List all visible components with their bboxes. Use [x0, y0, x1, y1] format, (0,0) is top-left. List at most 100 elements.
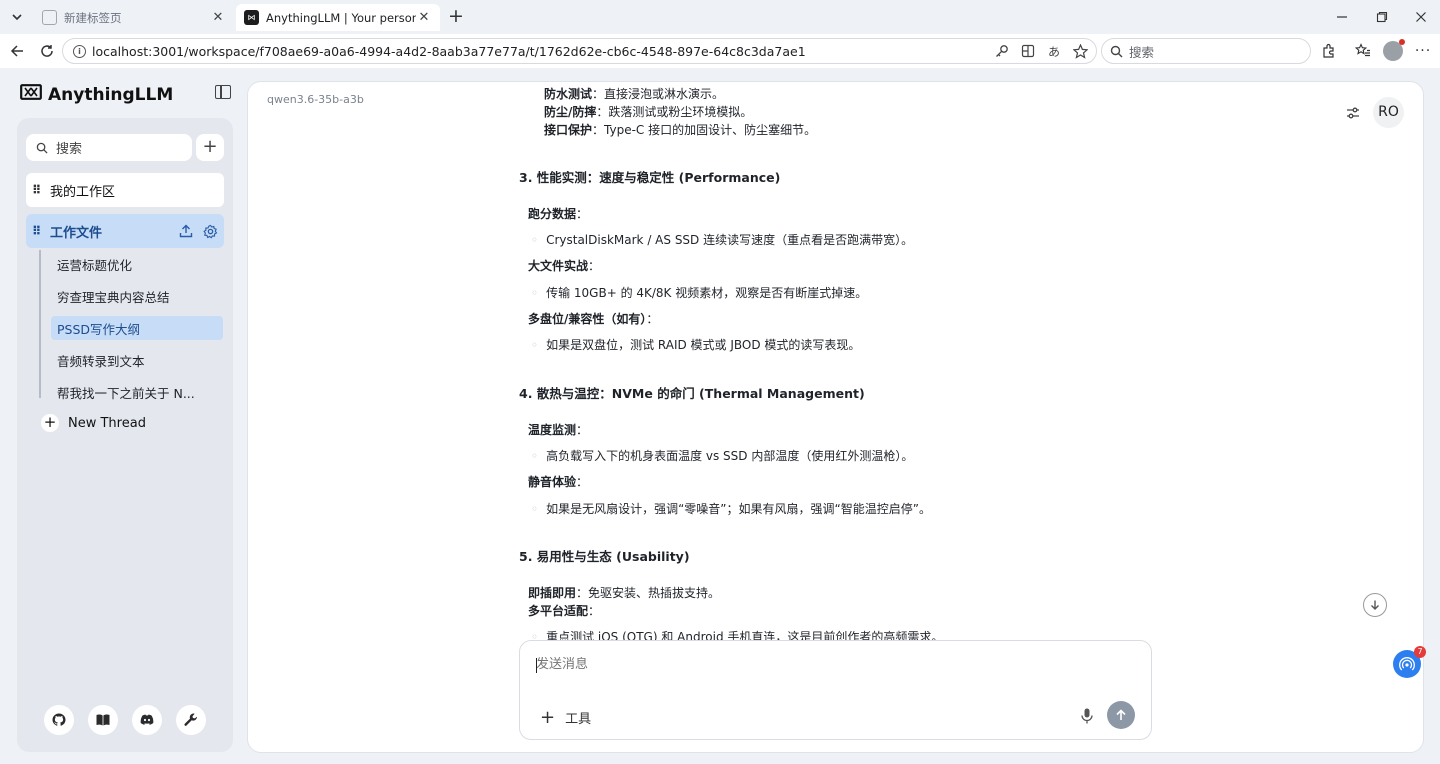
tools-button[interactable]: + 工具: [540, 708, 591, 727]
thread-label: 穷查理宝典内容总结: [57, 289, 170, 305]
list-item: 多盘位/兼容性（如有）：: [528, 312, 659, 326]
translate-icon[interactable]: あ: [1046, 43, 1062, 59]
list-item: 接口保护：Type-C 接口的加固设计、防尘塞细节。: [544, 123, 817, 137]
notification-badge: 7: [1414, 646, 1426, 658]
anythingllm-favicon-icon: ⋈: [244, 10, 259, 25]
thread-label: 音频转录到文本: [57, 353, 145, 369]
workspace-label: 工作文件: [50, 225, 103, 241]
sliders-settings-icon[interactable]: [1345, 105, 1361, 121]
more-menu-icon[interactable]: ···: [1413, 41, 1433, 61]
tools-label: 工具: [565, 712, 592, 727]
message-input[interactable]: [536, 657, 1096, 672]
browser-address-bar: i localhost:3001/workspace/f708ae69-a0a6…: [0, 34, 1440, 68]
github-icon[interactable]: [44, 705, 74, 735]
thread-label: PSSD写作大纲: [57, 321, 141, 337]
reload-icon[interactable]: [36, 40, 58, 62]
tab-title: AnythingLLM | Your personal LLM: [266, 10, 416, 25]
url-text: localhost:3001/workspace/f708ae69-a0a6-4…: [92, 43, 806, 59]
restore-icon[interactable]: [1370, 6, 1394, 28]
section-heading: 3. 性能实测：速度与稳定性 (Performance): [519, 170, 781, 185]
tab-list-dropdown-icon[interactable]: [6, 6, 28, 28]
minimize-icon[interactable]: [1330, 6, 1354, 28]
chat-message-content: 防水测试：直接浸泡或淋水演示。 防尘/防摔：跌落测试或粉尘环境模拟。 接口保护：…: [519, 82, 1179, 644]
browser-search-field[interactable]: 搜索: [1101, 38, 1311, 64]
drag-handle-icon[interactable]: ⠿: [32, 224, 42, 238]
new-thread-button[interactable]: + New Thread: [41, 414, 146, 432]
drag-handle-icon[interactable]: ⠿: [32, 183, 42, 197]
signal-icon: [1399, 657, 1415, 671]
discord-icon[interactable]: [132, 705, 162, 735]
thread-item[interactable]: 音频转录到文本: [51, 348, 223, 372]
close-window-icon[interactable]: [1409, 6, 1433, 28]
arrow-up-icon: [1116, 709, 1126, 720]
thread-item[interactable]: 穷查理宝典内容总结: [51, 284, 223, 308]
sub-list-item: 如果是双盘位，测试 RAID 模式或 JBOD 模式的读写表现。: [531, 336, 860, 353]
section-heading: 4. 散热与温控：NVMe 的命门 (Thermal Management): [519, 386, 865, 401]
plus-icon: +: [41, 414, 59, 432]
extensions-icon[interactable]: [1319, 41, 1339, 61]
sidebar-search-placeholder: 搜索: [56, 142, 83, 157]
sidebar: 搜索 + ⠿ 我的工作区 ⠿ 工作文件 运营标题优化 穷查理宝典内容总结 PSS…: [17, 118, 233, 752]
model-name: qwen3.6-35b-a3b: [267, 93, 364, 106]
sub-list-item: CrystalDiskMark / AS SSD 连续读写速度（重点看是否跑满带…: [531, 231, 913, 248]
list-item: 防水测试：直接浸泡或淋水演示。: [544, 87, 725, 101]
browser-tab-bar: 新建标签页 ✕ ⋈ AnythingLLM | Your personal LL…: [0, 0, 1440, 34]
app-install-icon[interactable]: [1020, 43, 1036, 59]
wrench-icon[interactable]: [176, 705, 206, 735]
url-field[interactable]: i localhost:3001/workspace/f708ae69-a0a6…: [62, 38, 1097, 64]
search-icon: [36, 142, 48, 154]
new-thread-label: New Thread: [68, 415, 146, 431]
list-item: 多平台适配：: [528, 604, 601, 618]
anythingllm-app: AnythingLLM 搜索 + ⠿ 我的工作区 ⠿ 工作文件 运营标题优化 穷…: [4, 68, 1436, 760]
thread-label: 帮我找一下之前关于 N...: [57, 385, 195, 401]
scroll-to-bottom-button[interactable]: [1363, 593, 1387, 617]
list-item: 大文件实战：: [528, 259, 601, 273]
plus-icon: +: [540, 706, 556, 728]
sub-list-item: 如果是无风扇设计，强调“零噪音”；如果有风扇，强调“智能温控启停”。: [531, 500, 931, 517]
upload-icon[interactable]: [178, 223, 194, 239]
anythingllm-logo-icon: [20, 84, 42, 105]
tab-close-icon[interactable]: ✕: [210, 10, 226, 25]
tab-anythingllm[interactable]: ⋈ AnythingLLM | Your personal LLM ✕: [236, 4, 440, 31]
sidebar-search-input[interactable]: 搜索: [26, 134, 192, 161]
favorite-star-icon[interactable]: [1072, 43, 1088, 59]
book-icon[interactable]: [88, 705, 118, 735]
key-icon[interactable]: [994, 43, 1010, 59]
send-button[interactable]: [1107, 701, 1135, 729]
microphone-icon[interactable]: [1079, 707, 1095, 725]
list-item: 温度监测：: [528, 423, 589, 437]
thread-item[interactable]: 帮我找一下之前关于 N...: [51, 380, 223, 404]
site-info-icon[interactable]: i: [73, 44, 86, 58]
new-tab-favicon-icon: [42, 10, 57, 25]
sub-list-item: 高负载写入下的机身表面温度 vs SSD 内部温度（使用红外测温枪）。: [531, 447, 913, 464]
section-heading: 5. 易用性与生态 (Usability): [519, 549, 690, 564]
back-arrow-icon[interactable]: [6, 40, 28, 62]
search-icon: [1110, 45, 1123, 57]
thread-tree-line: [39, 250, 41, 398]
tab-new-tab[interactable]: 新建标签页 ✕: [34, 4, 234, 31]
tab-close-icon[interactable]: ✕: [416, 10, 432, 25]
gear-icon[interactable]: [202, 223, 218, 239]
favorites-list-icon[interactable]: [1353, 41, 1373, 61]
list-item: 防尘/防摔：跌落测试或粉尘环境模拟。: [544, 105, 753, 119]
app-brand: AnythingLLM: [20, 84, 173, 105]
user-avatar[interactable]: RO: [1373, 97, 1404, 128]
new-tab-plus-icon[interactable]: +: [446, 7, 466, 27]
thread-item-selected[interactable]: PSSD写作大纲: [51, 316, 223, 340]
tab-title: 新建标签页: [64, 10, 122, 25]
list-item: 静音体验：: [528, 475, 589, 489]
thread-label: 运营标题优化: [57, 257, 133, 273]
workspace-item-work-files[interactable]: ⠿ 工作文件: [26, 214, 224, 248]
brand-name: AnythingLLM: [48, 84, 174, 105]
profile-avatar[interactable]: [1383, 39, 1405, 61]
workspace-item-my-workspace[interactable]: ⠿ 我的工作区: [26, 173, 224, 207]
list-item: 跑分数据：: [528, 207, 589, 221]
sidebar-footer: [44, 705, 206, 735]
thread-item[interactable]: 运营标题优化: [51, 252, 223, 276]
add-workspace-button[interactable]: +: [196, 134, 224, 161]
text-caret: [536, 658, 537, 673]
sub-list-item: 传输 10GB+ 的 4K/8K 视频素材，观察是否有断崖式掉速。: [531, 284, 867, 301]
chat-panel: qwen3.6-35b-a3b RO 防水测试：直接浸泡或淋水演示。 防尘/防摔…: [247, 81, 1424, 753]
sidebar-toggle-icon[interactable]: [215, 85, 231, 99]
list-item: 即插即用：免驱安装、热插拔支持。: [528, 586, 721, 600]
